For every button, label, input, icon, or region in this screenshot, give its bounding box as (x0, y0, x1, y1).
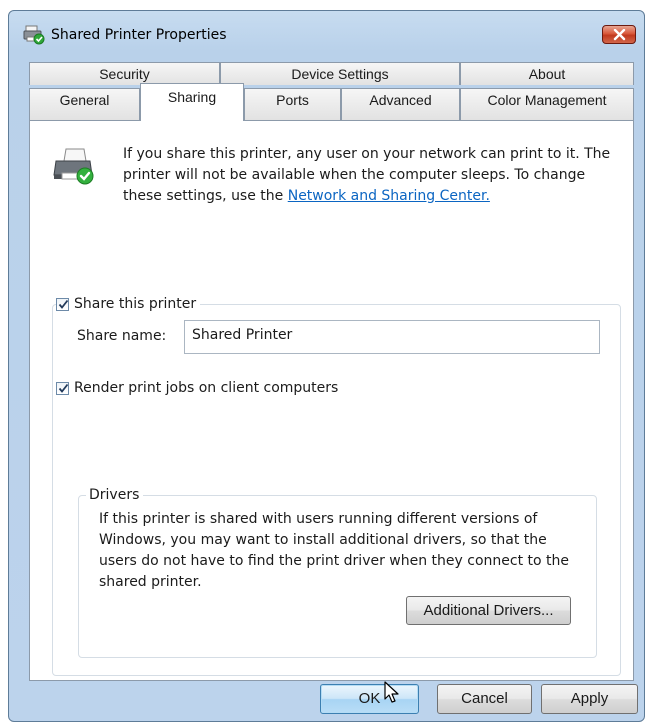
render-jobs-checkbox[interactable] (56, 381, 69, 395)
tab-about[interactable]: About (460, 62, 634, 85)
network-sharing-center-link[interactable]: Network and Sharing Center. (288, 188, 490, 204)
share-printer-checkbox[interactable] (56, 297, 69, 311)
checkmark-icon (58, 299, 69, 309)
ok-button[interactable]: OK (320, 684, 419, 714)
drivers-group: Drivers If this printer is shared with u… (78, 487, 597, 658)
tab-advanced[interactable]: Advanced (341, 88, 460, 120)
checkmark-icon (58, 383, 69, 393)
share-name-input[interactable]: Shared Printer (184, 320, 600, 354)
render-jobs-label: Render print jobs on client computers (74, 380, 339, 396)
share-group: Share this printer Render print jobs on … (52, 296, 621, 676)
tab-general[interactable]: General (29, 88, 140, 120)
window-title: Shared Printer Properties (51, 27, 227, 43)
sharing-intro-text: If you share this printer, any user on y… (123, 144, 623, 207)
shared-printer-icon (53, 148, 94, 185)
apply-button[interactable]: Apply (541, 684, 638, 714)
mouse-cursor-icon (384, 681, 399, 703)
share-printer-label: Share this printer (74, 296, 197, 312)
share-name-label: Share name: (77, 328, 167, 344)
tab-ports[interactable]: Ports (244, 88, 341, 120)
cancel-button[interactable]: Cancel (437, 684, 532, 714)
printer-shared-icon (23, 25, 45, 45)
share-printer-option[interactable]: Share this printer (56, 296, 201, 312)
additional-drivers-button[interactable]: Additional Drivers... (406, 596, 571, 625)
drivers-title: Drivers (86, 487, 144, 503)
close-icon (613, 29, 626, 41)
tab-color-management[interactable]: Color Management (460, 88, 634, 120)
render-jobs-option[interactable]: Render print jobs on client computers (56, 380, 343, 396)
tab-sharing[interactable]: Sharing (140, 83, 244, 121)
title-bar[interactable]: Shared Printer Properties (9, 11, 644, 47)
tab-device-settings[interactable]: Device Settings (220, 62, 460, 85)
tab-security[interactable]: Security (29, 62, 220, 85)
properties-dialog: Shared Printer Properties Security Devic… (8, 10, 645, 722)
sharing-panel: If you share this printer, any user on y… (29, 120, 634, 681)
close-button[interactable] (602, 25, 636, 44)
drivers-description: If this printer is shared with users run… (99, 511, 570, 590)
